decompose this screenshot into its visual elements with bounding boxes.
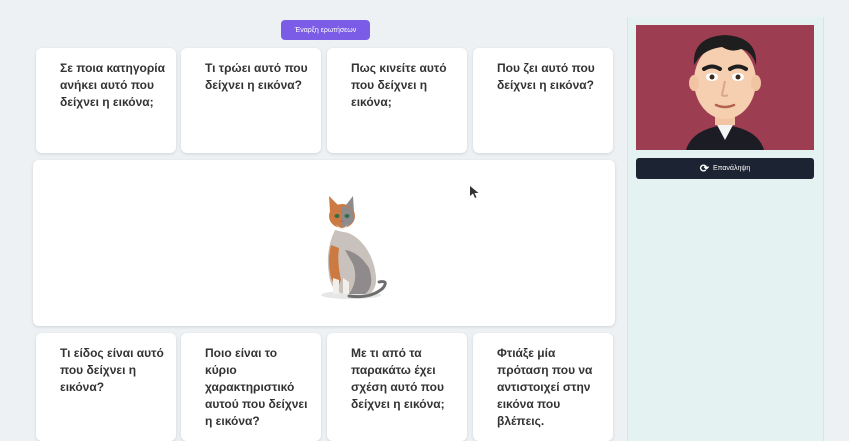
question-text: Σε ποια κατηγορία ανήκει αυτό που δείχνε… bbox=[60, 61, 165, 109]
question-card-7[interactable]: Με τι από τα παρακάτω έχει σχέση αυτό πο… bbox=[327, 333, 467, 441]
start-questions-button[interactable]: Έναρξη ερωτήσεων bbox=[281, 20, 370, 40]
question-card-5[interactable]: Τι είδος είναι αυτό που δείχνει η εικόνα… bbox=[36, 333, 176, 441]
question-card-4[interactable]: Που ζει αυτό που δείχνει η εικόνα? bbox=[473, 48, 613, 153]
question-text: Που ζει αυτό που δείχνει η εικόνα? bbox=[497, 61, 595, 92]
question-card-6[interactable]: Ποιο είναι το κύριο χαρακτηριστικό αυτού… bbox=[181, 333, 321, 441]
question-card-8[interactable]: Φτιάξε μία πρόταση που να αντιστοιχεί στ… bbox=[473, 333, 613, 441]
rotate-icon: ⟳ bbox=[699, 163, 709, 175]
question-text: Τι τρώει αυτό που δείχνει η εικόνα? bbox=[205, 61, 308, 92]
mouse-cursor-icon bbox=[470, 186, 479, 198]
question-text: Ποιο είναι το κύριο χαρακτηριστικό αυτού… bbox=[205, 346, 308, 428]
repeat-label: Επανάληψη bbox=[712, 165, 751, 172]
question-card-1[interactable]: Σε ποια κατηγορία ανήκει αυτό που δείχνε… bbox=[36, 48, 176, 153]
image-panel bbox=[33, 160, 615, 326]
avatar-illustration bbox=[636, 25, 814, 150]
question-text: Πως κινείτε αυτό που δείχνει η εικόνα; bbox=[351, 61, 447, 109]
question-text: Φτιάξε μία πρόταση που να αντιστοιχεί στ… bbox=[497, 346, 593, 428]
repeat-button[interactable]: ⟳ Επανάληψη bbox=[636, 158, 814, 179]
question-card-2[interactable]: Τι τρώει αυτό που δείχνει η εικόνα? bbox=[181, 48, 321, 153]
question-text: Με τι από τα παρακάτω έχει σχέση αυτό πο… bbox=[351, 346, 445, 411]
quiz-app: Έναρξη ερωτήσεων Σε ποια κατηγορία ανήκε… bbox=[0, 0, 849, 441]
presenter-panel: ⟳ Επανάληψη bbox=[627, 17, 824, 441]
question-text: Τι είδος είναι αυτό που δείχνει η εικόνα… bbox=[60, 346, 164, 394]
question-card-3[interactable]: Πως κινείτε αυτό που δείχνει η εικόνα; bbox=[327, 48, 467, 153]
presenter-avatar bbox=[636, 25, 814, 150]
cat-illustration bbox=[321, 196, 387, 299]
